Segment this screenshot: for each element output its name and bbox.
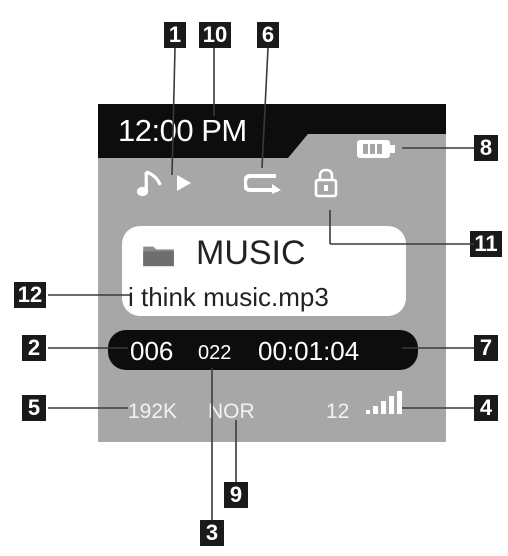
callout-12: 12 — [14, 282, 46, 308]
callout-10: 10 — [199, 22, 231, 48]
callout-11: 11 — [470, 231, 502, 257]
total-tracks: 022 — [198, 342, 232, 364]
callout-4: 4 — [474, 395, 498, 421]
elapsed-time: 00:01:04 — [258, 336, 360, 366]
player-screen: 12:00 PM MUSIC i think music.mp3 006 022 — [98, 104, 446, 442]
bitrate: 192K — [128, 400, 178, 423]
callout-6: 6 — [257, 22, 279, 48]
folder-name: MUSIC — [196, 234, 306, 272]
track-number: 006 — [130, 336, 174, 366]
volume-level: 12 — [326, 400, 350, 423]
clock-time: 12:00 PM — [118, 113, 247, 148]
battery-icon — [357, 140, 395, 158]
callout-9: 9 — [224, 482, 248, 508]
callout-2: 2 — [22, 335, 46, 361]
callout-1: 1 — [164, 22, 186, 48]
song-filename: i think music.mp3 — [128, 282, 329, 312]
play-icon — [177, 175, 191, 191]
callout-8: 8 — [474, 135, 498, 161]
folder-icon — [143, 246, 174, 267]
callout-3: 3 — [200, 520, 224, 546]
music-note-icon — [136, 170, 162, 197]
lock-icon — [314, 168, 338, 198]
signal-bars-icon — [366, 391, 402, 414]
callout-7: 7 — [474, 335, 498, 361]
repeat-icon — [244, 174, 281, 194]
eq-mode: NOR — [208, 400, 255, 423]
callout-5: 5 — [22, 395, 46, 421]
